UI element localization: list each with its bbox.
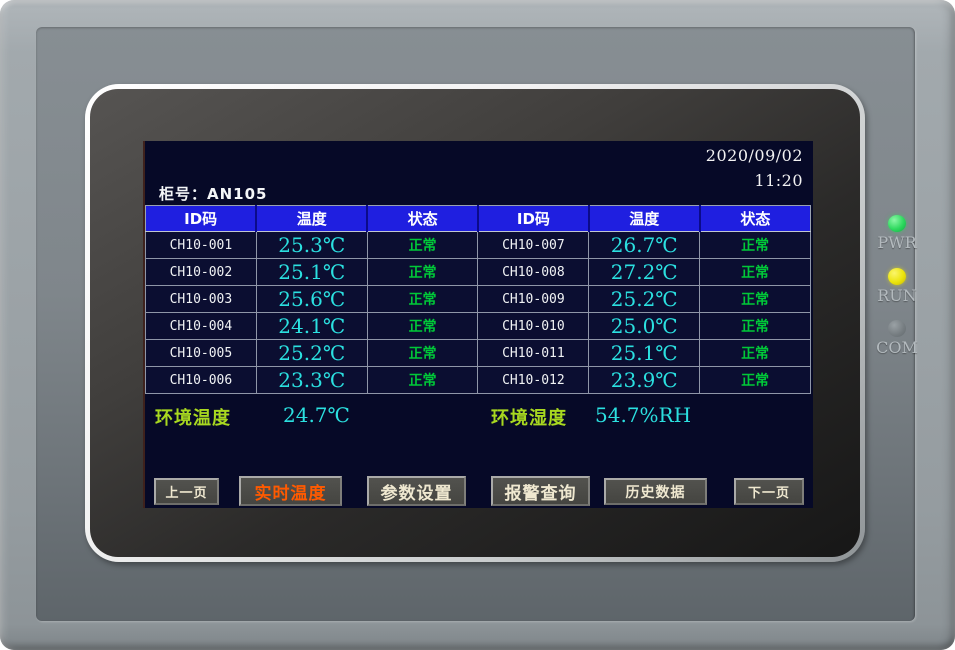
hmi-device: 2020/09/02 11:20 柜号：AN105 ID码 温度 状态 ID码 …: [0, 0, 955, 650]
table-row: CH10-003 25.6℃ 正常 CH10-009 25.2℃ 正常: [146, 286, 811, 313]
col-header-status: 状态: [367, 206, 478, 232]
channel-temperature-table: ID码 温度 状态 ID码 温度 状态 CH10-001 25.3℃ 正常 CH…: [145, 205, 811, 394]
channel-status: 正常: [700, 259, 811, 286]
channel-temp: 25.2℃: [589, 286, 700, 313]
col-header-id: ID码: [478, 206, 589, 232]
channel-status: 正常: [700, 340, 811, 367]
realtime-temperature-button[interactable]: 实时温度: [239, 476, 342, 506]
table-header-row: ID码 温度 状态 ID码 温度 状态: [146, 206, 811, 232]
channel-temp: 23.9℃: [589, 367, 700, 394]
next-page-button[interactable]: 下一页: [734, 478, 804, 505]
channel-id: CH10-005: [146, 340, 257, 367]
history-data-button[interactable]: 历史数据: [604, 478, 707, 505]
channel-temp: 25.0℃: [589, 313, 700, 340]
table-row: CH10-001 25.3℃ 正常 CH10-007 26.7℃ 正常: [146, 232, 811, 259]
channel-id: CH10-002: [146, 259, 257, 286]
channel-temp: 24.1℃: [256, 313, 367, 340]
channel-id: CH10-009: [478, 286, 589, 313]
time-text: 11:20: [754, 171, 803, 190]
table-row: CH10-004 24.1℃ 正常 CH10-010 25.0℃ 正常: [146, 313, 811, 340]
channel-id: CH10-003: [146, 286, 257, 313]
channel-id: CH10-007: [478, 232, 589, 259]
ambient-temperature-value: 24.7℃: [283, 403, 350, 427]
run-led-icon: [888, 268, 906, 285]
channel-temp: 25.6℃: [256, 286, 367, 313]
table-row: CH10-006 23.3℃ 正常 CH10-012 23.9℃ 正常: [146, 367, 811, 394]
channel-temp: 25.3℃: [256, 232, 367, 259]
com-led-icon: [888, 320, 906, 337]
channel-temp: 25.1℃: [589, 340, 700, 367]
channel-temp: 25.2℃: [256, 340, 367, 367]
channel-status: 正常: [367, 259, 478, 286]
prev-page-button[interactable]: 上一页: [154, 478, 219, 505]
channel-temp: 26.7℃: [589, 232, 700, 259]
channel-id: CH10-001: [146, 232, 257, 259]
channel-temp: 27.2℃: [589, 259, 700, 286]
channel-status: 正常: [367, 367, 478, 394]
channel-status: 正常: [367, 313, 478, 340]
power-led-label: PWR: [866, 233, 928, 252]
channel-status: 正常: [367, 286, 478, 313]
channel-status: 正常: [700, 232, 811, 259]
ambient-humidity-label: 环境湿度: [491, 404, 567, 430]
channel-id: CH10-012: [478, 367, 589, 394]
channel-id: CH10-008: [478, 259, 589, 286]
channel-status: 正常: [700, 286, 811, 313]
col-header-status: 状态: [700, 206, 811, 232]
col-header-temp: 温度: [589, 206, 700, 232]
channel-id: CH10-004: [146, 313, 257, 340]
channel-id: CH10-006: [146, 367, 257, 394]
col-header-temp: 温度: [256, 206, 367, 232]
parameter-settings-button[interactable]: 参数设置: [367, 476, 466, 506]
lcd-screen: 2020/09/02 11:20 柜号：AN105 ID码 温度 状态 ID码 …: [143, 141, 813, 508]
channel-id: CH10-010: [478, 313, 589, 340]
channel-status: 正常: [367, 232, 478, 259]
channel-temp: 25.1℃: [256, 259, 367, 286]
power-led-icon: [888, 215, 906, 232]
table-row: CH10-005 25.2℃ 正常 CH10-011 25.1℃ 正常: [146, 340, 811, 367]
channel-status: 正常: [700, 367, 811, 394]
ambient-humidity-value: 54.7%RH: [595, 403, 691, 427]
channel-id: CH10-011: [478, 340, 589, 367]
channel-status: 正常: [700, 313, 811, 340]
table-row: CH10-002 25.1℃ 正常 CH10-008 27.2℃ 正常: [146, 259, 811, 286]
cabinet-number-label: 柜号：AN105: [159, 183, 267, 204]
channel-temp: 23.3℃: [256, 367, 367, 394]
run-led-label: RUN: [866, 286, 928, 305]
com-led-label: COM: [866, 338, 928, 357]
channel-status: 正常: [367, 340, 478, 367]
alarm-query-button[interactable]: 报警查询: [491, 476, 590, 506]
ambient-temperature-label: 环境温度: [155, 404, 231, 430]
date-text: 2020/09/02: [706, 146, 803, 165]
col-header-id: ID码: [146, 206, 257, 232]
